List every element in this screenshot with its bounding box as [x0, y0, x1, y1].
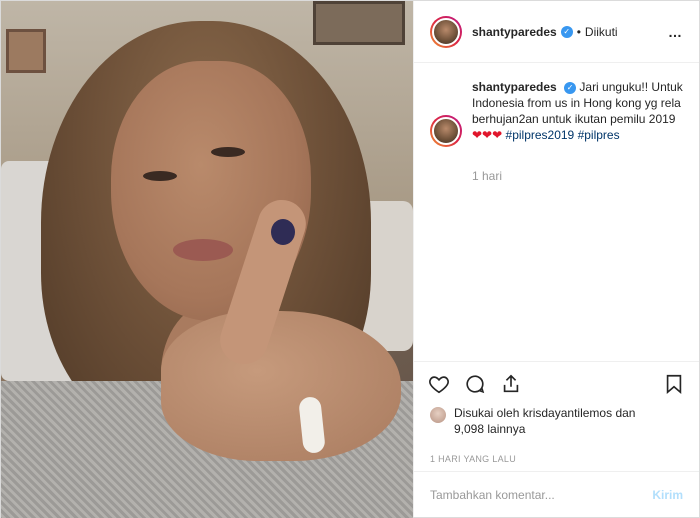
more-options-icon[interactable]: …: [668, 24, 683, 40]
likes-suffix: dan: [615, 406, 636, 420]
likes-prefix: Disukai oleh: [454, 406, 520, 420]
avatar[interactable]: [430, 15, 462, 48]
photo-eye-right: [211, 147, 245, 157]
photo-hand: [161, 311, 401, 461]
likes-text: Disukai oleh krisdayantilemos dan 9,098 …: [454, 405, 635, 437]
caption-verified-icon: ✓: [564, 81, 577, 94]
caption-body: shantyparedes ✓ Jari unguku!! Untuk Indo…: [472, 79, 683, 143]
action-bar: [414, 361, 699, 405]
comments-section: shantyparedes ✓ Jari unguku!! Untuk Indo…: [414, 63, 699, 361]
likes-section: Disukai oleh krisdayantilemos dan 9,098 …: [414, 405, 699, 447]
hashtag-pilpres2019[interactable]: #pilpres2019: [506, 128, 575, 142]
post-sidebar: shantyparedes ✓ • Diikuti … shantyparede…: [413, 1, 699, 517]
caption-username[interactable]: shantyparedes: [472, 80, 557, 94]
photo-frame-right: [313, 1, 405, 45]
post-header: shantyparedes ✓ • Diikuti …: [414, 1, 699, 63]
hashtag-pilpres[interactable]: #pilpres: [578, 128, 620, 142]
liker-username[interactable]: krisdayantilemos: [523, 406, 612, 420]
heart-icon[interactable]: [428, 373, 450, 395]
post-comment-button[interactable]: Kirim: [652, 488, 683, 502]
post-photo[interactable]: [1, 1, 413, 518]
share-icon[interactable]: [500, 373, 522, 395]
photo-frame-left: [6, 29, 46, 73]
likes-count[interactable]: 9,098 lainnya: [454, 422, 525, 436]
header-separator: •: [576, 24, 581, 39]
comment-icon[interactable]: [464, 373, 486, 395]
photo-lips: [173, 239, 233, 261]
photo-ink-mark: [271, 219, 295, 245]
liker-avatar: [430, 407, 446, 423]
follow-status-button[interactable]: Diikuti: [585, 25, 618, 39]
caption-time[interactable]: 1 hari: [472, 169, 683, 183]
comment-input[interactable]: [430, 487, 653, 502]
heart-emoji: ❤❤❤: [472, 128, 503, 142]
caption-avatar[interactable]: [430, 115, 462, 147]
bookmark-icon[interactable]: [663, 373, 685, 395]
comment-box: Kirim: [414, 471, 699, 517]
instagram-post: shantyparedes ✓ • Diikuti … shantyparede…: [0, 0, 700, 518]
caption: shantyparedes ✓ Jari unguku!! Untuk Indo…: [430, 79, 683, 147]
post-date[interactable]: 1 HARI YANG LALU: [414, 447, 699, 471]
verified-icon: ✓: [560, 25, 573, 38]
header-username[interactable]: shantyparedes: [472, 25, 557, 39]
photo-eye-left: [143, 171, 177, 181]
